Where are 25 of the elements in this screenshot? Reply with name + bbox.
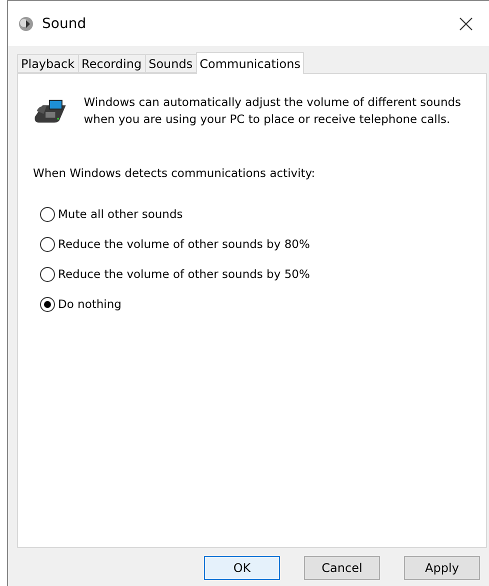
dialog-button[interactable]: Apply (404, 556, 480, 580)
radio-option[interactable]: Do nothing (40, 295, 470, 313)
radio-option[interactable]: Mute all other sounds (40, 205, 470, 223)
tab[interactable]: Playback (17, 54, 79, 73)
window-title: Sound (42, 16, 88, 32)
radio-option[interactable]: Reduce the volume of other sounds by 80% (40, 235, 470, 253)
tab[interactable]: Sounds (144, 54, 197, 73)
radio-button[interactable] (40, 296, 55, 312)
description-text: Windows can automatically adjust the volume of different sounds when you are using your PC to place or receive telephone calls. (84, 94, 462, 128)
option-label: Do nothing (58, 297, 122, 311)
option-label: Reduce the volume of other sounds by 80% (58, 237, 310, 251)
prompt-text: When Windows detects communications activity: (33, 166, 316, 180)
radio-option[interactable]: Reduce the volume of other sounds by 50% (40, 265, 470, 283)
close-icon (459, 16, 473, 30)
radio-button[interactable] (40, 266, 55, 282)
telephone-icon (33, 97, 68, 125)
tab[interactable]: Recording (78, 54, 146, 73)
dialog-button[interactable]: OK (204, 556, 280, 580)
tab[interactable]: Communications (196, 52, 304, 74)
dialog-button[interactable]: Cancel (304, 556, 380, 580)
speaker-icon (18, 16, 34, 32)
radio-button[interactable] (40, 236, 55, 252)
option-label: Reduce the volume of other sounds by 50% (58, 267, 310, 281)
radio-button[interactable] (40, 206, 55, 222)
option-label: Mute all other sounds (58, 207, 183, 221)
